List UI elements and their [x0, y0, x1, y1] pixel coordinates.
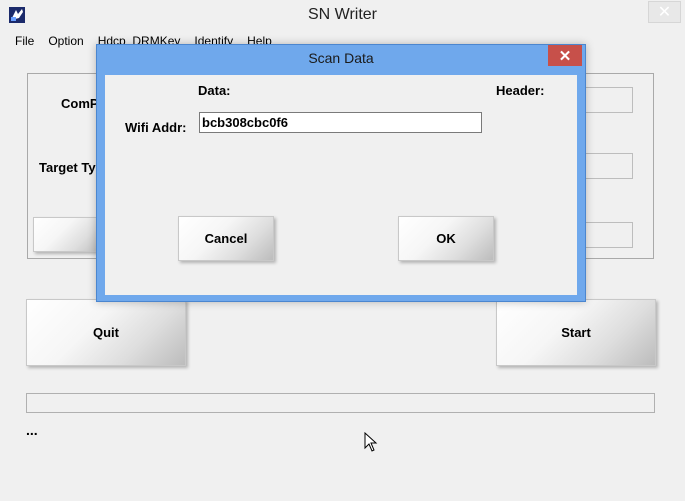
start-button[interactable]: Start: [496, 299, 656, 366]
panel-left-button[interactable]: [33, 217, 103, 252]
scan-data-dialog: Scan Data ✕ Data: Header: Wifi Addr: Can…: [96, 44, 586, 302]
window-close-button[interactable]: ✕: [648, 1, 681, 23]
ok-button[interactable]: OK: [398, 216, 494, 261]
dialog-title: Scan Data: [308, 50, 374, 66]
close-icon: ✕: [657, 4, 672, 21]
menu-file[interactable]: File: [8, 32, 41, 52]
data-column-header: Data:: [198, 83, 231, 98]
wifi-addr-label: Wifi Addr:: [125, 120, 187, 135]
menu-option[interactable]: Option: [41, 32, 90, 52]
close-icon: ✕: [558, 47, 572, 65]
header-column-header: Header:: [496, 83, 545, 98]
dialog-close-button[interactable]: ✕: [548, 45, 582, 66]
dialog-client-area: Data: Header: Wifi Addr: Cancel OK: [105, 75, 577, 295]
wifi-addr-input[interactable]: [199, 112, 482, 133]
title-bar: SN Writer ✕: [0, 0, 685, 32]
cancel-button[interactable]: Cancel: [178, 216, 274, 261]
target-type-label: Target Ty: [39, 160, 96, 175]
window-title: SN Writer: [307, 6, 378, 23]
status-text: ...: [26, 422, 38, 438]
mouse-cursor-icon: [364, 431, 378, 452]
com-port-label: ComP: [61, 96, 99, 111]
quit-button[interactable]: Quit: [26, 299, 186, 366]
progress-bar: [26, 393, 655, 413]
